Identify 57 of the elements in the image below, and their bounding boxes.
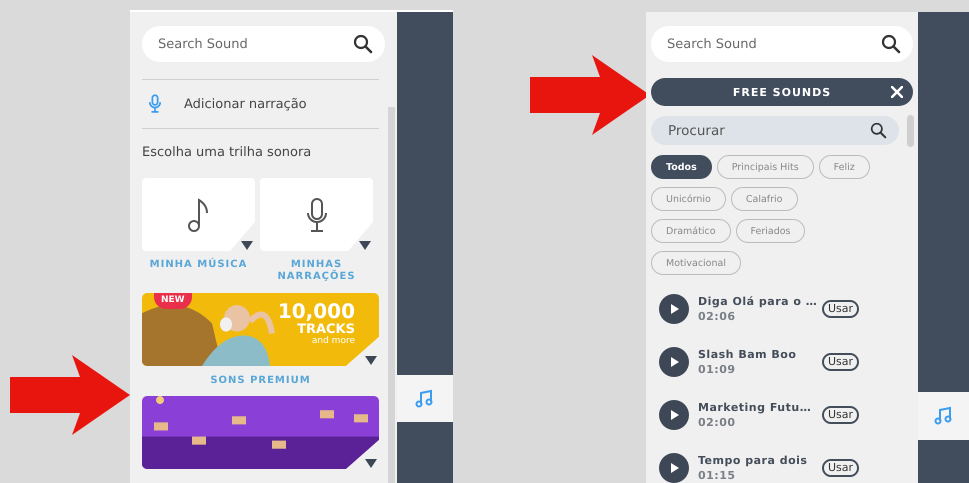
music-note-icon bbox=[415, 388, 435, 408]
caret-icon[interactable] bbox=[365, 459, 377, 468]
tile-label[interactable]: MINHA MÚSICA bbox=[142, 259, 255, 271]
tile-card[interactable] bbox=[142, 178, 255, 251]
use-button[interactable]: Usar bbox=[822, 353, 860, 371]
filter-chip[interactable]: Feliz bbox=[818, 155, 870, 179]
track-duration: 02:00 bbox=[698, 415, 737, 430]
banner-label[interactable]: SONS PREMIUM bbox=[142, 375, 379, 386]
search-field[interactable]: Search Sound bbox=[651, 26, 913, 62]
use-button[interactable]: Usar bbox=[822, 459, 860, 477]
filter-chip[interactable]: Calafrio bbox=[730, 187, 798, 211]
filter-chip[interactable]: Motivacional bbox=[651, 251, 741, 275]
search-icon bbox=[353, 34, 373, 54]
rail-tab[interactable] bbox=[918, 392, 969, 440]
filter-chip[interactable]: Feriados bbox=[736, 219, 806, 243]
caret-icon[interactable] bbox=[241, 241, 253, 250]
play-button[interactable] bbox=[659, 347, 689, 377]
promo-headline: 10,000 bbox=[278, 301, 355, 321]
use-button[interactable]: Usar bbox=[822, 300, 860, 318]
filter-chip[interactable]: Todos bbox=[651, 155, 712, 179]
promo-subline: TRACKS bbox=[297, 323, 355, 336]
track-title: Marketing Futu… bbox=[698, 400, 812, 415]
caret-icon[interactable] bbox=[359, 241, 371, 250]
play-button[interactable] bbox=[659, 400, 689, 430]
track-title: Diga Olá para o … bbox=[698, 294, 818, 309]
search-field[interactable]: Search Sound bbox=[142, 26, 385, 62]
search-field[interactable]: Procurar bbox=[651, 116, 899, 145]
track-duration: 02:06 bbox=[698, 309, 737, 324]
microphone-icon bbox=[148, 94, 162, 114]
play-button[interactable] bbox=[659, 294, 689, 324]
arrow-icon bbox=[10, 355, 130, 435]
music-note-icon bbox=[186, 196, 210, 232]
rail-tab[interactable] bbox=[397, 375, 453, 422]
filter-chip[interactable]: Principais Hits bbox=[716, 155, 814, 179]
track-duration: 01:09 bbox=[698, 362, 737, 377]
scrollbar[interactable] bbox=[907, 115, 914, 147]
use-button[interactable]: Usar bbox=[822, 406, 860, 424]
section-heading: Escolha uma trilha sonora bbox=[142, 145, 312, 160]
search-icon bbox=[881, 34, 901, 54]
scrollbar[interactable] bbox=[388, 107, 395, 483]
category-title: FREE SOUNDS bbox=[732, 86, 832, 98]
close-icon[interactable] bbox=[891, 86, 903, 98]
music-note-icon bbox=[934, 406, 954, 426]
track-duration: 01:15 bbox=[698, 468, 737, 483]
tile-card[interactable] bbox=[260, 178, 373, 251]
play-button[interactable] bbox=[659, 453, 689, 483]
filter-chip[interactable]: Dramático bbox=[651, 219, 731, 243]
search-icon bbox=[870, 122, 887, 139]
track-title: Tempo para dois bbox=[698, 453, 808, 468]
tile-label[interactable]: MINHAS NARRAÇÕES bbox=[260, 259, 373, 283]
filter-chip[interactable]: Unicórnio bbox=[651, 187, 726, 211]
track-title: Slash Bam Boo bbox=[698, 347, 798, 362]
new-badge: NEW bbox=[154, 293, 192, 309]
promo-tagline: and more bbox=[312, 337, 355, 346]
caret-icon[interactable] bbox=[365, 356, 377, 365]
microphone-icon bbox=[304, 196, 328, 232]
add-narration-link[interactable]: Adicionar narração bbox=[184, 96, 307, 112]
